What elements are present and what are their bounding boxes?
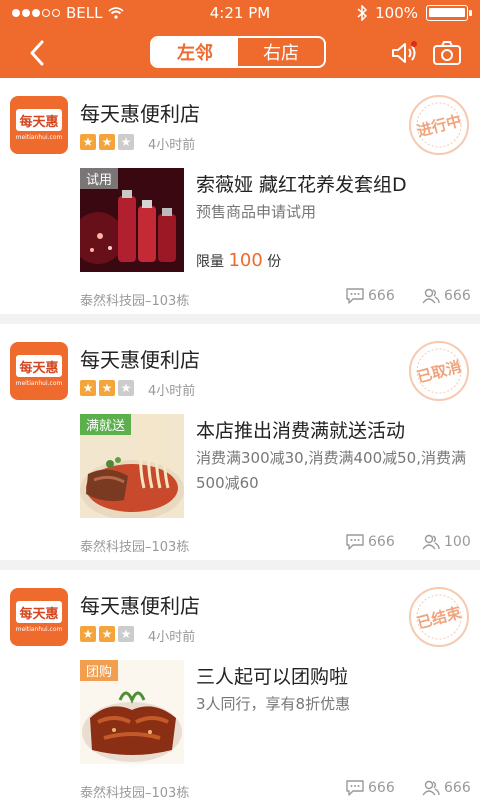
status-stamp: 进行中 <box>409 95 469 155</box>
deal-title: 三人起可以团购啦 <box>196 666 349 688</box>
feed-card[interactable]: 每天惠 meitianhui.com 每天惠便利店 ★ ★ ★ 4小时前 已结束… <box>0 570 480 800</box>
store-address: 泰然科技园–103栋 <box>80 294 190 309</box>
people-icon <box>422 780 440 796</box>
store-feed: 每天惠 meitianhui.com 每天惠便利店 ★ ★ ★ 4小时前 进行中 <box>0 78 480 800</box>
camera-icon[interactable] <box>432 40 462 66</box>
comments-button[interactable]: 666 <box>346 288 395 304</box>
stamp-text: 已结束 <box>415 603 464 632</box>
chevron-left-icon <box>30 40 44 66</box>
deal-thumbnail[interactable]: 试用 <box>80 168 184 272</box>
comment-icon <box>346 288 364 304</box>
deal-description: 预售商品申请试用 <box>196 203 317 221</box>
posted-time: 4小时前 <box>148 630 196 645</box>
quantity-limit: 限量 100 份 <box>196 250 281 271</box>
people-icon <box>422 288 440 304</box>
status-right: 100% <box>357 4 472 22</box>
deal-tag: 团购 <box>80 660 119 681</box>
shop-name: 每天惠便利店 <box>80 348 200 372</box>
participants-button[interactable]: 666 <box>422 780 471 796</box>
deal-title: 本店推出消费满就送活动 <box>196 420 406 442</box>
rating-stars: ★ ★ ★ <box>80 134 134 150</box>
comment-count: 666 <box>368 534 395 550</box>
store-logo: 每天惠 meitianhui.com <box>10 96 68 154</box>
status-stamp: 已结束 <box>409 587 469 647</box>
speaker-icon[interactable] <box>390 40 418 66</box>
stamp-text: 进行中 <box>415 111 463 140</box>
participants-button[interactable]: 100 <box>422 534 471 550</box>
feed-card[interactable]: 每天惠 meitianhui.com 每天惠便利店 ★ ★ ★ 4小时前 进行中 <box>0 78 480 314</box>
shop-name: 每天惠便利店 <box>80 594 200 618</box>
deal-tag: 试用 <box>80 168 119 189</box>
feed-card[interactable]: 每天惠 meitianhui.com 每天惠便利店 ★ ★ ★ 4小时前 已取消 <box>0 324 480 560</box>
limit-label: 限量 <box>196 254 224 270</box>
deal-description: 消费满300减30,消费满400减50,消费满500减60 <box>196 449 466 492</box>
tab-right-stores[interactable]: 右店 <box>238 38 324 66</box>
battery-percent: 100% <box>375 4 418 22</box>
store-address: 泰然科技园–103栋 <box>80 786 190 800</box>
battery-icon <box>426 5 472 21</box>
store-logo-url: meitianhui.com <box>15 134 63 141</box>
store-logo-text: 每天惠 <box>16 355 62 377</box>
rating-stars: ★ ★ ★ <box>80 626 134 642</box>
deal-thumbnail[interactable]: 满就送 <box>80 414 184 518</box>
back-button[interactable] <box>22 38 52 68</box>
deal-title: 索薇娅 藏红花养发套组D <box>196 174 407 196</box>
store-address: 泰然科技园–103栋 <box>80 540 190 555</box>
limit-unit: 份 <box>267 254 282 270</box>
star-icon: ★ <box>99 380 115 396</box>
comment-icon <box>346 534 364 550</box>
star-icon: ★ <box>118 134 134 150</box>
star-icon: ★ <box>118 380 134 396</box>
star-icon: ★ <box>80 134 96 150</box>
posted-time: 4小时前 <box>148 138 196 153</box>
comment-icon <box>346 780 364 796</box>
bluetooth-icon <box>357 5 368 21</box>
app-header: BELL 4:21 PM 100% 左邻 右店 <box>0 0 480 78</box>
star-icon: ★ <box>80 626 96 642</box>
shop-name: 每天惠便利店 <box>80 102 200 126</box>
star-icon: ★ <box>99 626 115 642</box>
participants-button[interactable]: 666 <box>422 288 471 304</box>
stamp-text: 已取消 <box>415 357 463 386</box>
store-logo-url: meitianhui.com <box>15 380 63 387</box>
store-logo: 每天惠 meitianhui.com <box>10 342 68 400</box>
limit-number: 100 <box>228 250 263 271</box>
participant-count: 100 <box>444 534 471 550</box>
comment-count: 666 <box>368 288 395 304</box>
participant-count: 666 <box>444 288 471 304</box>
segment-control: 左邻 右店 <box>150 36 326 68</box>
comment-count: 666 <box>368 780 395 796</box>
star-icon: ★ <box>118 626 134 642</box>
star-icon: ★ <box>99 134 115 150</box>
people-icon <box>422 534 440 550</box>
star-icon: ★ <box>80 380 96 396</box>
deal-description: 3人同行，享有8折优惠 <box>196 695 351 713</box>
deal-tag: 满就送 <box>80 414 132 435</box>
participant-count: 666 <box>444 780 471 796</box>
deal-thumbnail[interactable]: 团购 <box>80 660 184 764</box>
comments-button[interactable]: 666 <box>346 780 395 796</box>
store-logo-url: meitianhui.com <box>15 626 63 633</box>
nav-bar: 左邻 右店 <box>0 26 480 78</box>
store-logo-text: 每天惠 <box>16 601 62 623</box>
rating-stars: ★ ★ ★ <box>80 380 134 396</box>
tab-left-neighbors[interactable]: 左邻 <box>152 38 238 66</box>
status-bar: BELL 4:21 PM 100% <box>0 0 480 26</box>
comments-button[interactable]: 666 <box>346 534 395 550</box>
store-logo-text: 每天惠 <box>16 109 62 131</box>
posted-time: 4小时前 <box>148 384 196 399</box>
status-stamp: 已取消 <box>409 341 469 401</box>
store-logo: 每天惠 meitianhui.com <box>10 588 68 646</box>
